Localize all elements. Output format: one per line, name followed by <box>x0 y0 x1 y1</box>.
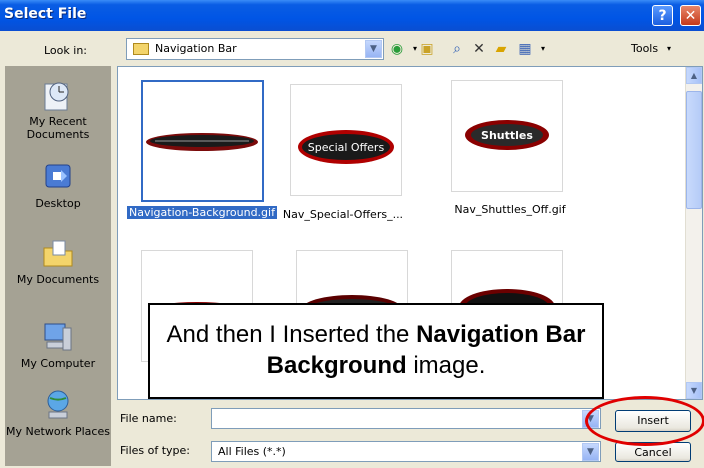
tools-menu[interactable]: Tools <box>631 42 658 55</box>
place-recent-documents[interactable]: My Recent Documents <box>5 78 111 141</box>
annotation-callout: And then I Inserted the Navigation Bar B… <box>148 303 604 399</box>
vertical-scrollbar[interactable]: ▲ ▼ <box>685 67 702 399</box>
title-bar: Select File ? ✕ <box>0 0 704 31</box>
place-my-computer[interactable]: My Computer <box>5 320 111 370</box>
my-documents-icon <box>43 240 73 267</box>
place-desktop[interactable]: Desktop <box>5 160 111 210</box>
place-label: My Network Places <box>6 425 110 438</box>
search-icon[interactable]: ⌕ <box>448 40 466 58</box>
shuttles-thumbnail: Shuttles <box>465 120 549 150</box>
special-offers-text: Special Offers <box>308 141 385 154</box>
callout-text-post: image. <box>406 352 486 379</box>
file-label[interactable]: Nav_Shuttles_Off.gif <box>440 203 580 216</box>
delete-icon[interactable]: ✕ <box>470 40 488 58</box>
views-dropdown-icon[interactable]: ▾ <box>534 40 552 58</box>
network-places-icon <box>47 390 69 419</box>
views-icon[interactable]: ▦ <box>516 40 534 58</box>
look-in-label: Look in: <box>44 44 87 57</box>
my-computer-icon <box>44 323 72 351</box>
scroll-down-button[interactable]: ▼ <box>686 382 702 399</box>
file-thumbnail-selected[interactable] <box>141 80 264 202</box>
help-button[interactable]: ? <box>652 5 673 26</box>
shuttles-text: Shuttles <box>481 129 533 142</box>
files-of-type-label: Files of type: <box>120 444 191 457</box>
chevron-down-icon[interactable]: ▼ <box>365 40 382 58</box>
files-of-type-value: All Files (*.*) <box>218 445 286 458</box>
file-name-label: File name: <box>120 412 177 425</box>
window-title: Select File <box>4 6 87 22</box>
callout-text-pre: And then I Inserted the <box>166 321 417 348</box>
back-icon[interactable]: ◉ <box>388 40 406 58</box>
files-of-type-combo[interactable]: All Files (*.*) ▼ <box>211 441 601 462</box>
places-bar: My Recent Documents Desktop My Documents… <box>5 66 111 466</box>
look-in-value: Navigation Bar <box>155 42 237 55</box>
place-label: My Documents <box>16 273 100 286</box>
file-label[interactable]: Nav_Special-Offers_... <box>278 208 408 221</box>
folder-icon <box>133 43 149 55</box>
place-label: My Recent Documents <box>26 115 90 141</box>
close-button[interactable]: ✕ <box>680 5 701 26</box>
new-folder-icon[interactable]: ▰ <box>492 40 510 58</box>
place-my-documents[interactable]: My Documents <box>5 236 111 286</box>
chevron-down-icon[interactable]: ▼ <box>582 443 599 461</box>
highlight-oval <box>585 396 704 446</box>
recent-documents-icon <box>44 82 69 111</box>
file-label[interactable]: Navigation-Background.gif <box>127 206 277 219</box>
scroll-up-button[interactable]: ▲ <box>686 67 702 84</box>
file-thumbnail[interactable]: Special Offers <box>290 84 402 196</box>
place-label: My Computer <box>20 357 96 370</box>
file-thumbnail[interactable]: Shuttles <box>451 80 563 192</box>
desktop-icon <box>45 164 71 188</box>
scroll-thumb[interactable] <box>686 91 702 209</box>
place-network-places[interactable]: My Network Places <box>5 388 111 438</box>
special-offers-thumbnail: Special Offers <box>298 130 394 164</box>
up-folder-icon[interactable]: ▣ <box>418 40 436 58</box>
tools-dropdown-icon[interactable]: ▾ <box>660 40 678 58</box>
place-label: Desktop <box>35 197 81 210</box>
file-name-input[interactable]: ▼ <box>211 408 601 429</box>
look-in-combo[interactable]: Navigation Bar ▼ <box>126 38 384 60</box>
navigation-background-thumbnail <box>146 133 258 151</box>
